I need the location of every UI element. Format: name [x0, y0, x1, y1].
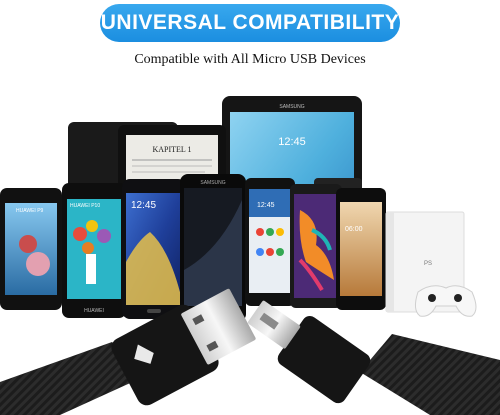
tablet-brand: SAMSUNG	[279, 104, 304, 110]
motorola-time: 12:45	[257, 202, 275, 209]
huawei-brand: HUAWEI	[84, 308, 104, 314]
samsung-phone-brand: SAMSUNG	[200, 180, 225, 186]
huawei-p10-label: HUAWEI P10	[70, 203, 100, 209]
nokia-phone: 06:00	[336, 188, 386, 310]
galaxy-s6-phone: 12:45	[122, 179, 186, 319]
product-scene: SAMSUNG 12:45 KAPITEL 1 HUAWEI P9 HUAWEI…	[0, 96, 500, 415]
motorola-phone: 12:45	[245, 178, 295, 306]
bird-screen-phone	[290, 184, 342, 308]
ereader-title: KAPITEL 1	[152, 145, 191, 154]
galaxy-time: 12:45	[131, 200, 156, 211]
huawei-p10-phone: HUAWEI P10 HUAWEI	[62, 183, 126, 318]
banner-title: UNIVERSAL COMPATIBILITY	[100, 11, 400, 34]
huawei-p9-label: HUAWEI P9	[16, 208, 44, 214]
compatibility-banner: UNIVERSAL COMPATIBILITY	[100, 4, 400, 42]
tablet-time: 12:45	[278, 136, 306, 148]
nokia-time: 06:00	[345, 226, 363, 233]
huawei-p9-phone: HUAWEI P9	[0, 188, 62, 310]
ps-logo: PS	[424, 261, 432, 267]
subtitle: Compatible with All Micro USB Devices	[134, 52, 366, 67]
